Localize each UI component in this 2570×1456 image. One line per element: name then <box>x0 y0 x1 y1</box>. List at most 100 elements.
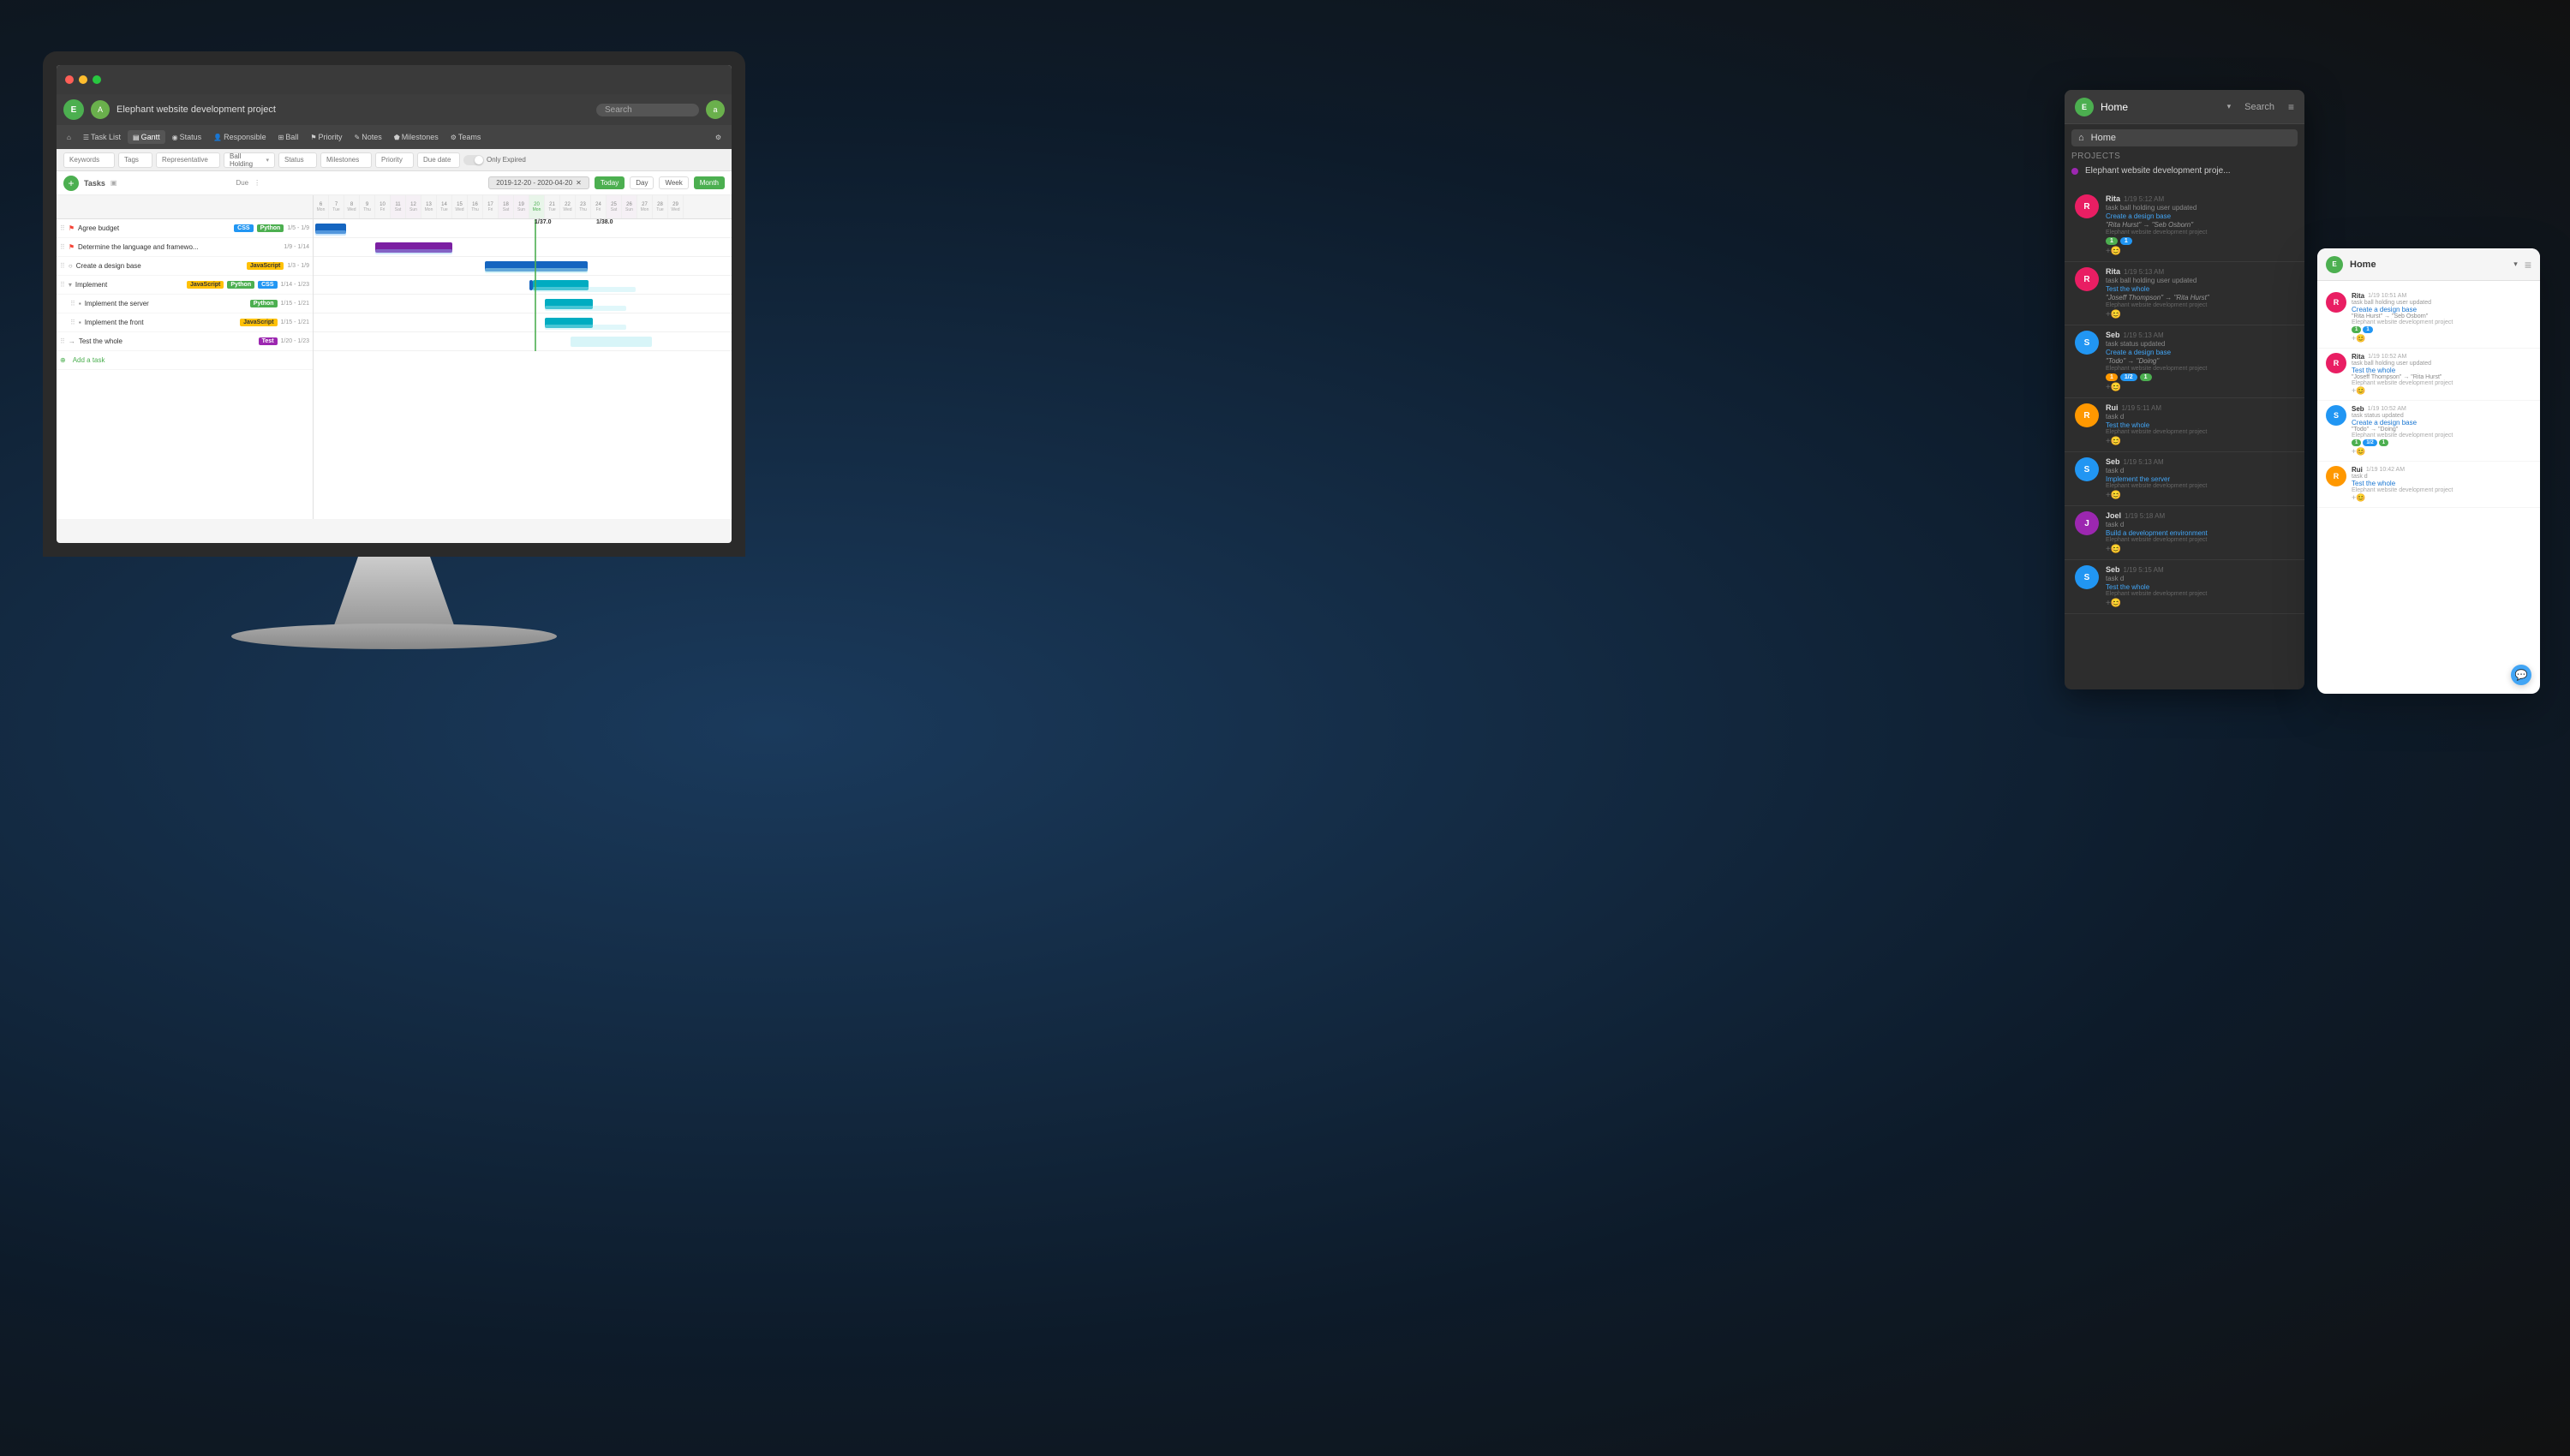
add-reaction-btn-2[interactable]: +😊 <box>2106 310 2294 319</box>
priority-input[interactable] <box>375 152 414 168</box>
date-range-badge[interactable]: 2019-12-20 - 2020-04-20 ✕ <box>488 176 589 189</box>
add-task-row[interactable]: ⊕ Add a task <box>57 351 313 370</box>
add-reaction-btn-1[interactable]: +😊 <box>2106 247 2294 256</box>
bar-2-planned <box>375 249 452 254</box>
tag-js-6: JavaScript <box>240 319 277 326</box>
expand-arrow-icon[interactable]: ▾ <box>69 281 72 289</box>
activity-user-time-3: Seb 1/19 5:13 AM <box>2106 331 2294 339</box>
close-button[interactable] <box>65 75 74 84</box>
chat-link-1[interactable]: Create a design base <box>2352 306 2531 313</box>
task-row[interactable]: ⠿ ○ Create a design base JavaScript 1/3 … <box>57 257 313 276</box>
activity-link-2[interactable]: Test the whole <box>2106 285 2294 293</box>
nav-milestones[interactable]: ⬟ Milestones <box>389 130 444 144</box>
chat-link-3[interactable]: Create a design base <box>2352 419 2531 427</box>
bar-7-planned <box>571 337 652 347</box>
add-reaction-btn-7[interactable]: +😊 <box>2106 599 2294 608</box>
chat-menu-icon[interactable]: ≡ <box>2525 258 2531 272</box>
add-reaction-btn-5[interactable]: +😊 <box>2106 491 2294 500</box>
add-task-btn[interactable]: + <box>63 176 79 191</box>
chat-link-2[interactable]: Test the whole <box>2352 367 2531 374</box>
day-16: 16Thu <box>468 195 483 218</box>
day-btn[interactable]: Day <box>630 176 654 189</box>
activity-link-5[interactable]: Implement the server <box>2106 475 2294 483</box>
day-17: 17Fri <box>483 195 499 218</box>
nav-responsible[interactable]: 👤 Responsible <box>208 130 272 144</box>
week-btn[interactable]: Week <box>659 176 688 189</box>
add-reaction-btn-6[interactable]: +😊 <box>2106 545 2294 554</box>
nav-notes[interactable]: ✎ Notes <box>350 130 387 144</box>
projects-label: Projects <box>2065 148 2304 163</box>
chat-reaction-4[interactable]: +😊 <box>2352 493 2531 503</box>
chat-proj-1: Elephant website development project <box>2352 319 2531 325</box>
nav-status[interactable]: ◉ Status <box>167 130 207 144</box>
date-range-close[interactable]: ✕ <box>576 179 582 187</box>
chat-bubble-btn[interactable]: 💬 <box>2511 665 2531 685</box>
sidebar-project-item[interactable]: Elephant website development proje... <box>2065 163 2304 179</box>
add-reaction-btn-3[interactable]: +😊 <box>2106 383 2294 392</box>
task-row[interactable]: ⠿ ▾ Implement JavaScript Python CSS 1/14… <box>57 276 313 295</box>
task-row[interactable]: ⠿ ▪ Implement the front JavaScript 1/15 … <box>57 313 313 332</box>
tags-input[interactable] <box>118 152 152 168</box>
task-row[interactable]: ⠿ ▪ Implement the server Python 1/15 - 1… <box>57 295 313 313</box>
app-toolbar: E A Elephant website development project… <box>57 94 732 125</box>
month-btn[interactable]: Month <box>694 176 725 189</box>
sidebar-search-btn[interactable]: Search <box>2238 98 2281 116</box>
add-task-label: Add a task <box>73 356 105 364</box>
bar-3-planned <box>485 268 588 273</box>
ball-holding-filter[interactable]: Ball Holding ▾ <box>224 152 275 168</box>
activity-link-3[interactable]: Create a design base <box>2106 349 2294 356</box>
tag-css-4: CSS <box>258 281 277 289</box>
keywords-input[interactable] <box>63 152 115 168</box>
activity-content-2: Rita 1/19 5:13 AM task ball holding user… <box>2106 267 2294 319</box>
minimize-button[interactable] <box>79 75 87 84</box>
options-icon[interactable]: ⋮ <box>254 179 260 187</box>
due-date-input[interactable] <box>417 152 460 168</box>
task-date-7: 1/20 - 1/23 <box>281 338 309 344</box>
activity-content-6: Joel 1/19 5:18 AM task d Build a develop… <box>2106 511 2294 554</box>
sidebar-nav-home[interactable]: ⌂ Home <box>2071 129 2298 146</box>
chat-dropdown-icon[interactable]: ▾ <box>2513 260 2518 269</box>
nav-teams[interactable]: ⚙ Teams <box>445 130 487 144</box>
chat-reaction-3[interactable]: +😊 <box>2352 447 2531 456</box>
user-avatar[interactable]: A <box>91 100 110 119</box>
task-name-1: Agree budget <box>78 224 230 232</box>
activity-action-7: task d <box>2106 575 2294 582</box>
day-6: 6Mon <box>314 195 329 218</box>
nav-home[interactable]: ⌂ <box>62 131 76 144</box>
add-reaction-btn-4[interactable]: +😊 <box>2106 437 2294 446</box>
activity-badges-1: 1 1 <box>2106 237 2294 245</box>
nav-task-list[interactable]: ☰ Task List <box>78 130 126 144</box>
only-expired-toggle[interactable] <box>463 155 484 165</box>
representative-input[interactable] <box>156 152 220 168</box>
chat-avatar-rita-2: R <box>2326 353 2346 373</box>
home-dropdown-icon[interactable]: ▾ <box>2227 102 2232 111</box>
sidebar-menu-icon[interactable]: ≡ <box>2288 101 2294 113</box>
nav-settings[interactable]: ⚙ <box>710 131 726 144</box>
milestones-input[interactable] <box>320 152 372 168</box>
nav-priority[interactable]: ⚑ Priority <box>305 130 347 144</box>
gantt-row-2 <box>314 238 732 257</box>
drag-handle-icon: ⠿ <box>70 300 75 307</box>
activity-link-6[interactable]: Build a development environment <box>2106 529 2294 537</box>
task-row[interactable]: ⠿ ⚑ Determine the language and framewo..… <box>57 238 313 257</box>
chat-reaction-1[interactable]: +😊 <box>2352 334 2531 343</box>
nav-ball[interactable]: ⊞ Ball <box>273 130 304 144</box>
activity-detail-1: "Rita Hurst" → "Seb Osborn" <box>2106 221 2294 229</box>
today-btn[interactable]: Today <box>595 176 625 189</box>
chat-item: R Rui 1/19 10:42 AM task d Test the whol… <box>2317 462 2540 508</box>
monitor-bezel: E A Elephant website development project… <box>43 51 745 557</box>
day-12: 12Sun <box>406 195 421 218</box>
maximize-button[interactable] <box>93 75 101 84</box>
task-row[interactable]: ⠿ → Test the whole Test 1/20 - 1/23 <box>57 332 313 351</box>
chat-link-4[interactable]: Test the whole <box>2352 480 2531 487</box>
activity-link-7[interactable]: Test the whole <box>2106 583 2294 591</box>
search-bar[interactable]: Search <box>596 104 699 116</box>
task-row[interactable]: ⠿ ⚑ Agree budget CSS Python 1/5 - 1/9 <box>57 219 313 238</box>
current-user-avatar[interactable]: a <box>706 100 725 119</box>
activity-link-4[interactable]: Test the whole <box>2106 421 2294 429</box>
nav-gantt[interactable]: ▤ Gantt <box>128 130 165 144</box>
activity-user-7: Seb <box>2106 565 2120 574</box>
status-input[interactable] <box>278 152 317 168</box>
activity-link-1[interactable]: Create a design base <box>2106 212 2294 220</box>
chat-reaction-2[interactable]: +😊 <box>2352 386 2531 396</box>
